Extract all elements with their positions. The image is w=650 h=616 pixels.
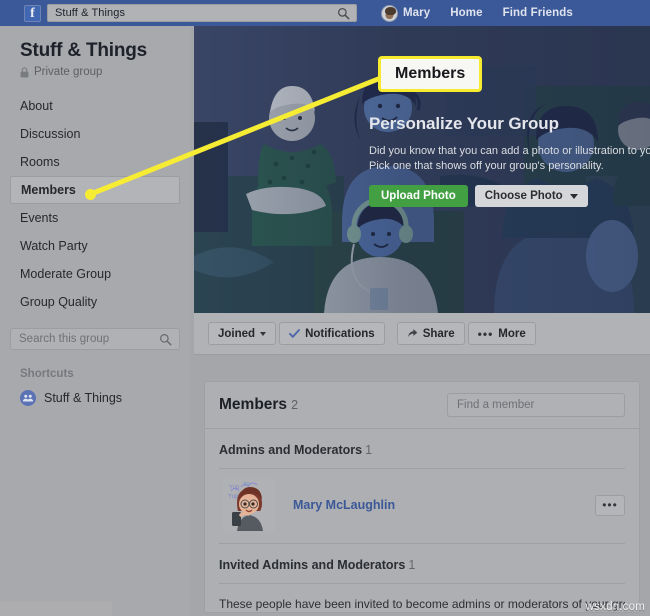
check-icon [289,329,301,338]
choose-photo-button[interactable]: Choose Photo [474,185,588,207]
nav-link-find-friends[interactable]: Find Friends [503,7,573,19]
invited-admins-description: These people have been invited to become… [219,597,625,611]
admins-heading-label: Admins and Moderators [219,443,363,457]
notifications-button[interactable]: Notifications [279,322,385,345]
shortcuts-header: Shortcuts [20,368,74,380]
ellipsis-icon: ••• [477,326,494,341]
find-member-placeholder: Find a member [457,399,535,411]
sidebar-item-label: Watch Party [20,239,88,253]
sidebar-item-group-quality[interactable]: Group Quality [10,288,180,316]
browser-status-bar [0,602,112,616]
chevron-down-icon [260,331,267,336]
sidebar-nav-list: About Discussion Rooms Members Events Wa… [0,92,190,316]
page-title: Members [219,396,288,413]
shortcut-item-label: Stuff & Things [44,391,123,405]
member-row[interactable]: Yup Yo Yup Mary McLaughlin ••• [219,469,625,544]
group-search-placeholder: Search this group [19,333,110,345]
group-privacy: Private group [20,66,190,78]
invited-admins-section-heading: Invited Admins and Moderators 1 [219,544,625,584]
joined-label: Joined [218,327,256,340]
nav-user-name: Mary [403,7,431,19]
group-icon [20,390,36,406]
members-title-group: Members 2 [219,396,298,414]
choose-photo-label: Choose Photo [484,190,563,202]
shortcut-item-stuff-and-things[interactable]: Stuff & Things [20,390,190,406]
avatar-illustration: Yup Yo Yup [223,479,275,531]
share-label: Share [422,327,455,340]
user-avatar [381,4,398,22]
group-action-bar: Joined Notifications Share ••• More [194,313,650,355]
promo-description: Did you know that you can add a photo or… [369,144,650,174]
members-count: 2 [291,398,299,412]
sidebar-item-label: About [20,99,53,113]
more-button[interactable]: ••• More [467,322,536,345]
notifications-label: Notifications [305,327,375,340]
sidebar-item-label: Moderate Group [20,267,112,281]
global-search-input[interactable]: Stuff & Things [47,4,357,22]
members-card: Members 2 Find a member Admins and Modera… [204,381,640,613]
personalize-group-promo: Personalize Your Group Did you know that… [369,114,650,207]
sidebar-item-events[interactable]: Events [10,204,180,232]
promo-title: Personalize Your Group [369,114,559,133]
upload-photo-button[interactable]: Upload Photo [369,185,468,207]
admins-section: Admins and Moderators 1 Yup Yo Yup Mary … [205,429,639,544]
promo-description-line2: Pick one that shows off your group's per… [369,160,604,172]
search-icon[interactable] [159,333,172,346]
sidebar-item-label: Events [20,211,59,225]
left-sidebar: Stuff & Things Private group About Discu… [0,26,190,616]
nav-right-group: Mary Home Find Friends [381,4,573,22]
admins-count: 1 [365,443,373,457]
global-search-value: Stuff & Things [55,7,126,19]
sidebar-item-watch-party[interactable]: Watch Party [10,232,180,260]
top-navigation-bar: f Stuff & Things Mary Home Find Friends [0,0,650,26]
group-privacy-label: Private group [34,66,103,78]
sidebar-item-label: Rooms [20,155,60,169]
svg-text:Yup: Yup [229,485,240,491]
promo-buttons: Upload Photo Choose Photo [369,185,650,207]
invited-count: 1 [408,558,416,572]
callout-anchor-dot [85,189,96,200]
sidebar-item-moderate-group[interactable]: Moderate Group [10,260,180,288]
invited-admins-section: Invited Admins and Moderators 1 These peo… [205,544,639,612]
find-member-input[interactable]: Find a member [447,393,625,417]
sidebar-item-rooms[interactable]: Rooms [10,148,180,176]
watermark: wsxdn.com [585,601,645,613]
sidebar-item-discussion[interactable]: Discussion [10,120,180,148]
ellipsis-icon: ••• [602,498,618,512]
share-icon [407,329,417,338]
sidebar-item-label: Discussion [20,127,81,141]
members-card-header: Members 2 Find a member [205,382,639,429]
lock-icon [20,66,29,78]
screenshot-root: f Stuff & Things Mary Home Find Friends … [0,0,650,616]
member-avatar: Yup Yo Yup [223,479,275,531]
member-name-link[interactable]: Mary McLaughlin [293,498,395,512]
chevron-down-icon [569,193,578,199]
sidebar-item-label: Members [21,183,76,197]
nav-user-button[interactable]: Mary [381,4,431,22]
facebook-logo-icon[interactable]: f [24,4,41,22]
group-search-input[interactable]: Search this group [10,328,180,350]
sidebar-item-members[interactable]: Members [10,176,180,204]
invited-heading-label: Invited Admins and Moderators [219,558,406,572]
main-content: Personalize Your Group Did you know that… [190,26,650,616]
share-button[interactable]: Share [396,322,465,345]
more-label: More [498,327,526,340]
member-options-button[interactable]: ••• [595,494,625,516]
sidebar-group-title: Stuff & Things [20,40,148,61]
search-icon[interactable] [337,7,350,20]
sidebar-item-about[interactable]: About [10,92,180,120]
sidebar-item-label: Group Quality [20,295,98,309]
admins-section-heading: Admins and Moderators 1 [219,429,625,469]
joined-button[interactable]: Joined [208,322,277,345]
callout-members-label: Members [378,56,483,92]
promo-description-line1: Did you know that you can add a photo or… [369,145,650,157]
nav-link-home[interactable]: Home [450,7,482,19]
